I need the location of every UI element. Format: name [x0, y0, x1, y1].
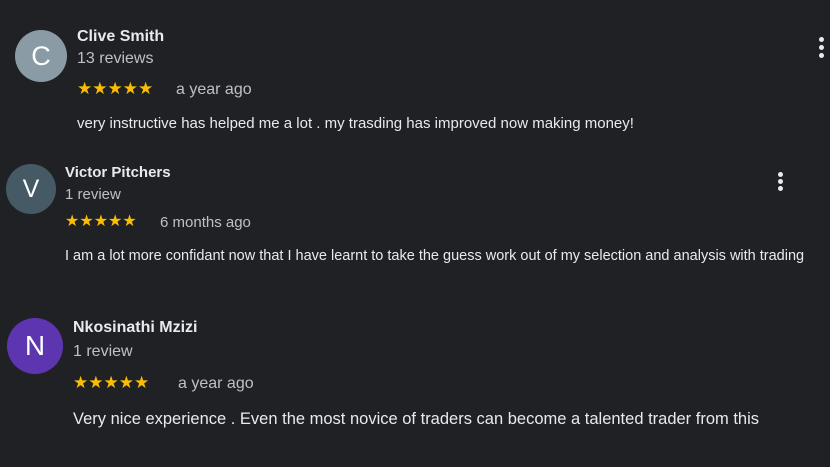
- reviewer-name[interactable]: Nkosinathi Mzizi: [73, 319, 197, 337]
- star-rating: ★ ★ ★ ★ ★: [65, 214, 137, 230]
- star-icon: ★: [65, 213, 80, 230]
- star-icon: ★: [79, 213, 94, 230]
- review-card: C Clive Smith 13 reviews ★ ★ ★ ★ ★ a yea…: [0, 0, 830, 150]
- star-icon: ★: [92, 79, 108, 98]
- star-icon: ★: [93, 213, 109, 230]
- star-icon: ★: [118, 373, 134, 392]
- star-icon: ★: [103, 373, 119, 392]
- star-rating: ★ ★ ★ ★ ★: [73, 374, 149, 391]
- review-text: I am a lot more confidant now that I hav…: [65, 248, 805, 264]
- reviewer-name[interactable]: Victor Pitchers: [65, 164, 171, 181]
- review-card: V Victor Pitchers 1 review ★ ★ ★ ★ ★ 6 m…: [0, 150, 830, 300]
- avatar[interactable]: N: [7, 318, 63, 374]
- star-rating: ★ ★ ★ ★ ★: [77, 80, 153, 97]
- review-text: Very nice experience . Even the most nov…: [73, 410, 760, 428]
- reviews-panel: C Clive Smith 13 reviews ★ ★ ★ ★ ★ a yea…: [0, 0, 830, 467]
- more-vert-icon[interactable]: [770, 172, 790, 191]
- star-icon: ★: [138, 79, 154, 98]
- review-date: a year ago: [176, 81, 252, 98]
- star-icon: ★: [107, 79, 123, 98]
- more-vert-icon[interactable]: [811, 37, 830, 58]
- star-icon: ★: [108, 213, 123, 230]
- reviewer-review-count: 1 review: [73, 343, 133, 360]
- avatar[interactable]: V: [6, 164, 56, 214]
- avatar[interactable]: C: [15, 30, 67, 82]
- reviewer-review-count: 1 review: [65, 186, 121, 203]
- review-date: 6 months ago: [160, 214, 251, 231]
- reviewer-review-count: 13 reviews: [77, 50, 154, 67]
- star-icon: ★: [134, 373, 150, 392]
- review-date: a year ago: [178, 375, 254, 392]
- review-text: very instructive has helped me a lot . m…: [77, 115, 634, 132]
- star-icon: ★: [88, 373, 104, 392]
- star-icon: ★: [122, 213, 137, 230]
- reviewer-name[interactable]: Clive Smith: [77, 28, 164, 46]
- star-icon: ★: [122, 79, 138, 98]
- star-icon: ★: [73, 373, 89, 392]
- star-icon: ★: [77, 79, 93, 98]
- review-card: N Nkosinathi Mzizi 1 review ★ ★ ★ ★ ★ a …: [0, 300, 830, 467]
